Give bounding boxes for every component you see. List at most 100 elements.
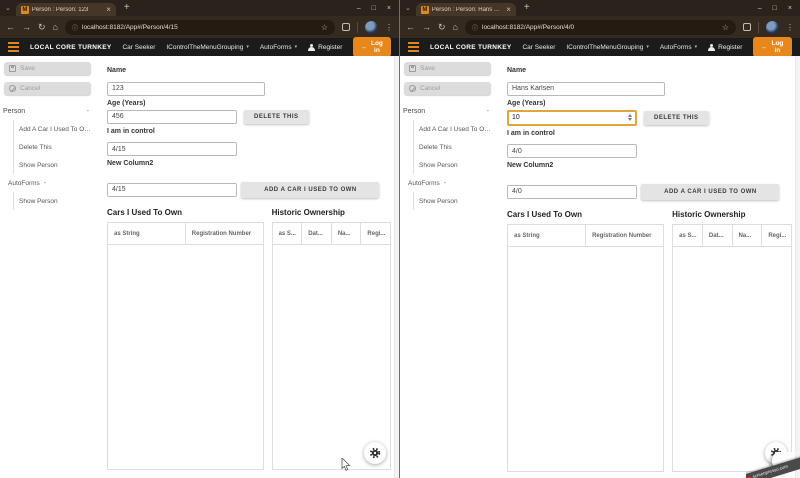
forward-icon[interactable]: → xyxy=(422,23,431,32)
sidebar: Save Cancel Person - Add A Car I Used To… xyxy=(400,56,495,478)
bookmark-star-icon[interactable]: ☆ xyxy=(722,23,729,32)
sidebar-item-delete-this[interactable]: Delete This xyxy=(414,138,495,156)
age-input-focused[interactable] xyxy=(507,110,637,126)
profile-avatar[interactable] xyxy=(766,21,779,34)
cars-table-section: Cars I Used To Own as String Registratio… xyxy=(107,208,264,470)
sidebar-item-delete-this[interactable]: Delete This xyxy=(14,138,95,156)
historic-table: as S... Dat... Na... Regi... xyxy=(272,222,391,470)
nav-item-icontrolthemenugrouping[interactable]: IControlTheMenuGrouping ▾ xyxy=(566,44,648,51)
home-icon[interactable]: ⌂ xyxy=(53,23,58,32)
cancel-button[interactable]: Cancel xyxy=(404,82,491,95)
add-car-button[interactable]: ADD A CAR I USED TO OWN xyxy=(241,182,379,198)
sidebar-group-autoforms[interactable]: AutoForms - xyxy=(0,174,95,192)
number-spinner-icon[interactable] xyxy=(628,114,635,121)
close-window-button[interactable]: × xyxy=(387,5,391,12)
hamburger-menu-icon[interactable] xyxy=(8,42,19,52)
column-header-as-s: as S... xyxy=(673,225,702,246)
reload-icon[interactable]: ↻ xyxy=(438,23,446,32)
address-bar: ← → ↻ ⌂ ⓘ localhost:8182/App#/Person/4/0… xyxy=(400,16,800,38)
sidebar-item-add-a-car[interactable]: Add A Car I Used To Own... xyxy=(414,120,495,138)
url-field[interactable]: ⓘ localhost:8182/App#/Person/4/15 ☆ xyxy=(65,20,335,35)
scrollbar[interactable] xyxy=(795,56,800,478)
bookmark-star-icon[interactable]: ☆ xyxy=(321,23,328,32)
sidebar-item-add-a-car[interactable]: Add A Car I Used To Own... xyxy=(14,120,95,138)
back-icon[interactable]: ← xyxy=(6,23,15,32)
site-info-icon[interactable]: ⓘ xyxy=(72,23,78,32)
save-button[interactable]: Save xyxy=(4,62,91,75)
new-column2-input[interactable] xyxy=(507,185,637,199)
sidebar-item-show-person[interactable]: Show Person xyxy=(14,156,95,174)
column-header-as-string: as String xyxy=(108,223,185,244)
url-text[interactable]: localhost:8182/App#/Person/4/0 xyxy=(482,24,718,31)
extensions-icon[interactable] xyxy=(743,23,751,31)
extensions-icon[interactable] xyxy=(342,23,350,31)
tab-search-icon[interactable]: ⌄ xyxy=(5,5,11,12)
login-button[interactable]: → Log in xyxy=(753,37,792,57)
browser-tab[interactable]: M Person : Person: Hans Karlsen × xyxy=(416,3,516,16)
register-button[interactable]: Register xyxy=(308,44,342,51)
new-tab-button[interactable]: + xyxy=(124,3,130,13)
minimize-button[interactable]: – xyxy=(357,5,361,12)
add-car-button[interactable]: ADD A CAR I USED TO OWN xyxy=(641,184,779,200)
settings-fab[interactable] xyxy=(364,442,386,464)
scrollbar[interactable] xyxy=(394,56,399,478)
site-info-icon[interactable]: ⓘ xyxy=(472,23,478,32)
brand-title[interactable]: LOCAL CORE TURNKEY xyxy=(30,44,111,51)
sidebar-group-person[interactable]: Person - xyxy=(400,102,495,120)
sidebar-item-show-person[interactable]: Show Person xyxy=(414,156,495,174)
age-input[interactable] xyxy=(107,110,237,124)
i-am-in-control-input[interactable] xyxy=(107,142,237,156)
sidebar-item-show-person-autoforms[interactable]: Show Person xyxy=(14,192,95,210)
age-label: Age (Years) xyxy=(107,100,391,107)
maximize-button[interactable]: □ xyxy=(372,5,376,12)
browser-menu-icon[interactable]: ⋮ xyxy=(786,23,794,32)
nav-item-car-seeker[interactable]: Car Seeker xyxy=(122,44,155,51)
nav-item-label: AutoForms xyxy=(660,44,692,51)
reload-icon[interactable]: ↻ xyxy=(38,23,46,32)
nav-item-icontrolthemenugrouping[interactable]: IControlTheMenuGrouping ▾ xyxy=(166,44,248,51)
url-text[interactable]: localhost:8182/App#/Person/4/15 xyxy=(82,24,317,31)
divider xyxy=(758,22,759,33)
cancel-label: Cancel xyxy=(20,85,40,92)
cars-table: as String Registration Number xyxy=(507,224,664,472)
delete-this-button[interactable]: DELETE THIS xyxy=(244,110,309,124)
brand-title[interactable]: LOCAL CORE TURNKEY xyxy=(430,44,511,51)
cancel-icon xyxy=(409,85,416,92)
name-label: Name xyxy=(507,67,792,74)
i-am-in-control-input[interactable] xyxy=(507,144,637,158)
sidebar-group-person[interactable]: Person - xyxy=(0,102,95,120)
register-button[interactable]: Register xyxy=(708,44,742,51)
tab-search-icon[interactable]: ⌄ xyxy=(405,5,411,12)
collapse-icon: - xyxy=(87,108,89,115)
nav-item-autoforms[interactable]: AutoForms ▾ xyxy=(660,44,697,51)
save-button[interactable]: Save xyxy=(404,62,491,75)
name-input[interactable] xyxy=(107,82,265,96)
close-window-button[interactable]: × xyxy=(788,5,792,12)
sidebar-item-show-person-autoforms[interactable]: Show Person xyxy=(414,192,495,210)
browser-menu-icon[interactable]: ⋮ xyxy=(385,23,393,32)
minimize-button[interactable]: – xyxy=(758,5,762,12)
back-icon[interactable]: ← xyxy=(406,23,415,32)
nav-item-car-seeker[interactable]: Car Seeker xyxy=(522,44,555,51)
delete-this-button[interactable]: DELETE THIS xyxy=(644,111,709,125)
hamburger-menu-icon[interactable] xyxy=(408,42,419,52)
sidebar-group-autoforms[interactable]: AutoForms - xyxy=(400,174,495,192)
new-column2-label: New Column2 xyxy=(107,160,391,167)
home-icon[interactable]: ⌂ xyxy=(453,23,458,32)
cancel-button[interactable]: Cancel xyxy=(4,82,91,95)
close-tab-icon[interactable]: × xyxy=(106,6,111,14)
age-input[interactable] xyxy=(509,114,628,121)
browser-tab[interactable]: M Person : Person: 123 × xyxy=(16,3,116,16)
new-column2-input[interactable] xyxy=(107,183,237,197)
profile-avatar[interactable] xyxy=(365,21,378,34)
column-header-regi: Regi... xyxy=(360,223,390,244)
name-input[interactable] xyxy=(507,82,665,96)
url-field[interactable]: ⓘ localhost:8182/App#/Person/4/0 ☆ xyxy=(465,20,736,35)
historic-table: as S... Dat... Na... Regi... xyxy=(672,224,792,472)
close-tab-icon[interactable]: × xyxy=(506,6,511,14)
nav-item-autoforms[interactable]: AutoForms ▾ xyxy=(260,44,297,51)
new-tab-button[interactable]: + xyxy=(524,3,530,13)
forward-icon[interactable]: → xyxy=(22,23,31,32)
login-button[interactable]: → Log in xyxy=(353,37,391,57)
maximize-button[interactable]: □ xyxy=(773,5,777,12)
